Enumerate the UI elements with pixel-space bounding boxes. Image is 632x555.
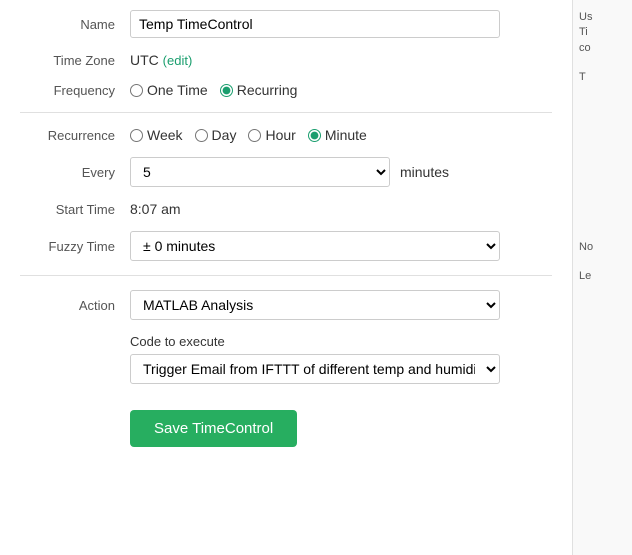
recurrence-options: Week Day Hour Minute (130, 127, 552, 143)
every-unit: minutes (400, 164, 449, 180)
frequency-options: One Time Recurring (130, 82, 552, 98)
name-row: Name (20, 10, 552, 38)
main-panel: Name Time Zone UTC (edit) Frequency One … (0, 0, 572, 555)
divider-2 (20, 275, 552, 276)
start-time-row: Start Time 8:07 am (20, 201, 552, 217)
code-row: Code to execute Trigger Email from IFTTT… (20, 334, 552, 384)
frequency-row: Frequency One Time Recurring (20, 82, 552, 98)
save-button-container: Save TimeControl (130, 400, 552, 447)
name-value-container (130, 10, 552, 38)
recurrence-hour-label: Hour (265, 127, 295, 143)
timezone-row: Time Zone UTC (edit) (20, 52, 552, 68)
fuzzy-time-value-container: ± 0 minutes ± 1 minute ± 2 minutes ± 5 m… (130, 231, 552, 261)
recurrence-day-label: Day (212, 127, 237, 143)
recurrence-minute-label: Minute (325, 127, 367, 143)
recurrence-week-label: Week (147, 127, 183, 143)
side-text-4: Le (579, 269, 626, 284)
recurrence-minute-radio[interactable] (308, 129, 321, 142)
action-value-container: MATLAB Analysis Python Script R Script (130, 290, 552, 320)
start-time-label: Start Time (20, 202, 130, 217)
fuzzy-time-select[interactable]: ± 0 minutes ± 1 minute ± 2 minutes ± 5 m… (130, 231, 500, 261)
frequency-one-time-label: One Time (147, 82, 208, 98)
recurrence-label: Recurrence (20, 128, 130, 143)
side-text-2: T (579, 70, 626, 85)
frequency-recurring[interactable]: Recurring (220, 82, 298, 98)
page-container: Name Time Zone UTC (edit) Frequency One … (0, 0, 632, 555)
frequency-label: Frequency (20, 83, 130, 98)
frequency-one-time-radio[interactable] (130, 84, 143, 97)
recurrence-hour-radio[interactable] (248, 129, 261, 142)
every-label: Every (20, 165, 130, 180)
code-select[interactable]: Trigger Email from IFTTT of different te… (130, 354, 500, 384)
fuzzy-time-row: Fuzzy Time ± 0 minutes ± 1 minute ± 2 mi… (20, 231, 552, 261)
recurrence-week-radio[interactable] (130, 129, 143, 142)
every-value-container: 1 2 3 4 5 10 15 30 minutes (130, 157, 552, 187)
every-row: Every 1 2 3 4 5 10 15 30 minutes (20, 157, 552, 187)
start-time-value: 8:07 am (130, 201, 552, 217)
code-value-container: Code to execute Trigger Email from IFTTT… (130, 334, 552, 384)
action-label: Action (20, 298, 130, 313)
code-label (20, 334, 130, 340)
frequency-recurring-radio[interactable] (220, 84, 233, 97)
frequency-recurring-label: Recurring (237, 82, 298, 98)
name-input[interactable] (130, 10, 500, 38)
action-select[interactable]: MATLAB Analysis Python Script R Script (130, 290, 500, 320)
code-section-label: Code to execute (130, 334, 552, 349)
recurrence-hour[interactable]: Hour (248, 127, 295, 143)
timezone-value: UTC (edit) (130, 52, 552, 68)
recurrence-day[interactable]: Day (195, 127, 237, 143)
every-select[interactable]: 1 2 3 4 5 10 15 30 (130, 157, 390, 187)
timezone-label: Time Zone (20, 53, 130, 68)
timezone-edit-link[interactable]: (edit) (163, 53, 193, 68)
side-text-1: Us Ti co (579, 10, 626, 56)
side-panel: Us Ti co T No Le (572, 0, 632, 555)
frequency-one-time[interactable]: One Time (130, 82, 208, 98)
divider-1 (20, 112, 552, 113)
recurrence-minute[interactable]: Minute (308, 127, 367, 143)
timezone-text: UTC (130, 52, 159, 68)
recurrence-week[interactable]: Week (130, 127, 183, 143)
recurrence-row: Recurrence Week Day Hour Minute (20, 127, 552, 143)
side-text-3: No (579, 240, 626, 255)
name-label: Name (20, 17, 130, 32)
recurrence-day-radio[interactable] (195, 129, 208, 142)
action-row: Action MATLAB Analysis Python Script R S… (20, 290, 552, 320)
save-button[interactable]: Save TimeControl (130, 410, 297, 447)
fuzzy-time-label: Fuzzy Time (20, 239, 130, 254)
